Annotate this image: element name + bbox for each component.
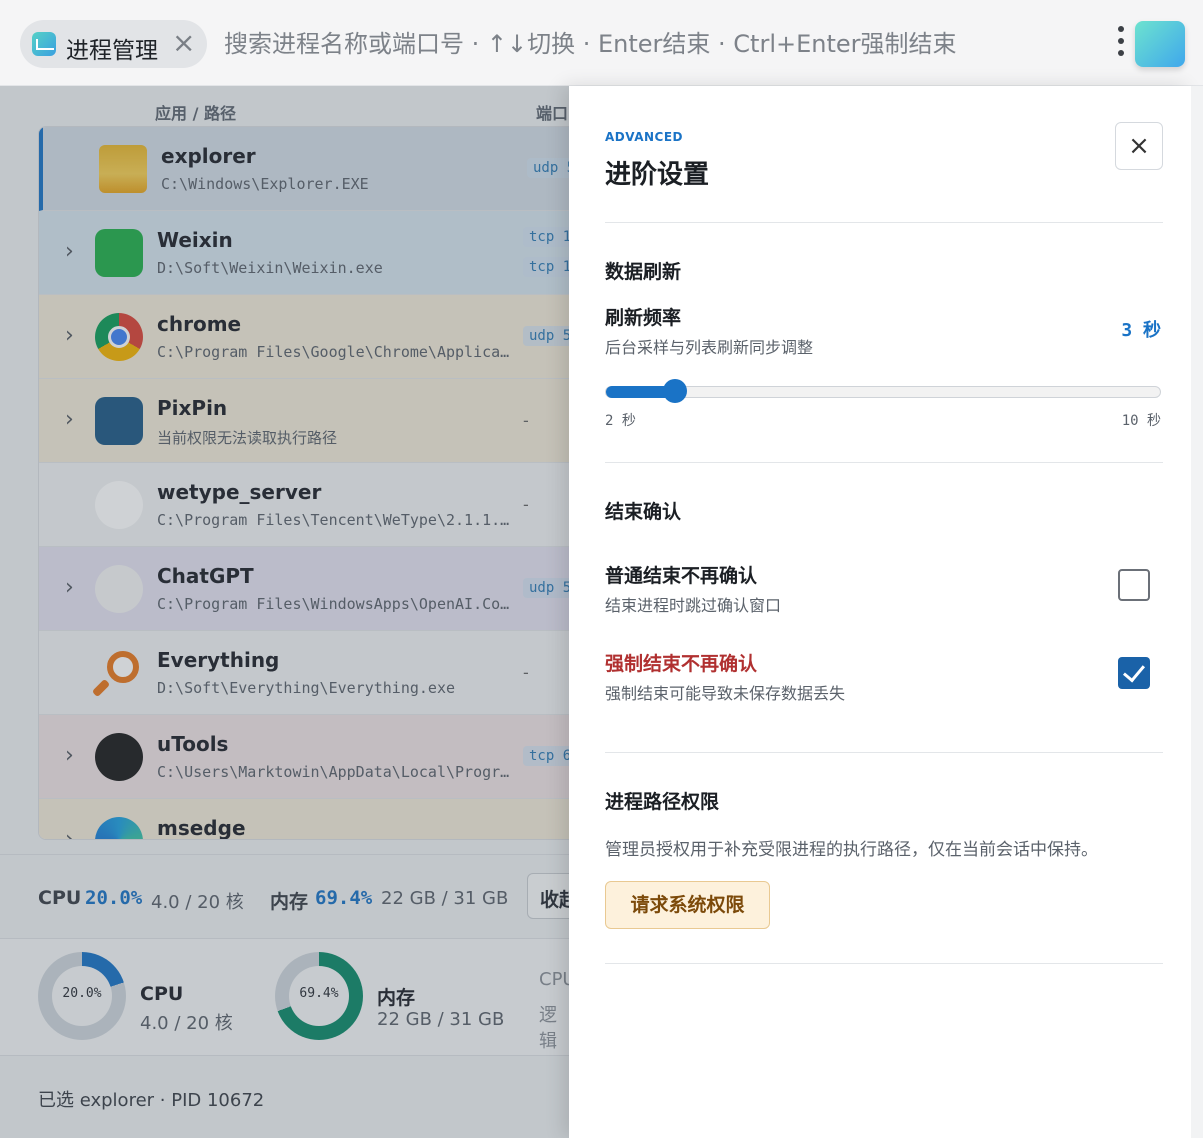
refresh-section-title: 数据刷新 (605, 261, 682, 283)
divider (605, 462, 1163, 463)
top-bar: 进程管理 × (0, 0, 1203, 86)
modal-backdrop[interactable] (0, 86, 569, 1138)
refresh-rate-desc: 后台采样与列表刷新同步调整 (605, 338, 814, 357)
divider (605, 752, 1163, 753)
slider-handle[interactable] (662, 379, 687, 403)
request-permission-button[interactable]: 请求系统权限 (605, 881, 770, 929)
refresh-rate-value: 3 秒 (1121, 320, 1161, 341)
more-menu-icon[interactable] (1114, 26, 1128, 62)
mode-chip-label: 进程管理 (66, 38, 158, 64)
force-kill-title: 强制结束不再确认 (605, 653, 758, 675)
close-panel-button[interactable]: × (1115, 122, 1163, 170)
panel-eyebrow: ADVANCED (605, 130, 684, 144)
force-kill-checkbox[interactable] (1118, 657, 1150, 689)
divider (605, 963, 1163, 964)
permission-section-title: 进程路径权限 (605, 791, 720, 813)
normal-kill-desc: 结束进程时跳过确认窗口 (605, 596, 782, 615)
divider (605, 222, 1163, 223)
normal-kill-checkbox[interactable] (1118, 569, 1150, 601)
slider-min-label: 2 秒 (605, 413, 636, 429)
normal-kill-title: 普通结束不再确认 (605, 565, 758, 587)
app-logo-icon (1135, 21, 1185, 67)
close-icon: × (1128, 131, 1150, 161)
refresh-rate-title: 刷新频率 (605, 307, 682, 329)
confirm-section-title: 结束确认 (605, 501, 682, 523)
process-manager-icon (32, 32, 56, 56)
force-kill-desc: 强制结束可能导致未保存数据丢失 (605, 684, 846, 703)
mode-chip[interactable]: 进程管理 × (20, 20, 207, 68)
advanced-settings-panel: ADVANCED 进阶设置 × 数据刷新 刷新频率 后台采样与列表刷新同步调整 … (569, 86, 1191, 1138)
search-input[interactable] (224, 22, 1084, 66)
slider-max-label: 10 秒 (1121, 413, 1161, 429)
permission-desc: 管理员授权用于补充受限进程的执行路径，仅在当前会话中保持。 (605, 840, 1098, 860)
window-edge (1191, 86, 1203, 1138)
panel-title: 进阶设置 (605, 160, 710, 190)
close-icon[interactable]: × (172, 27, 195, 59)
refresh-rate-slider[interactable] (605, 386, 1161, 398)
